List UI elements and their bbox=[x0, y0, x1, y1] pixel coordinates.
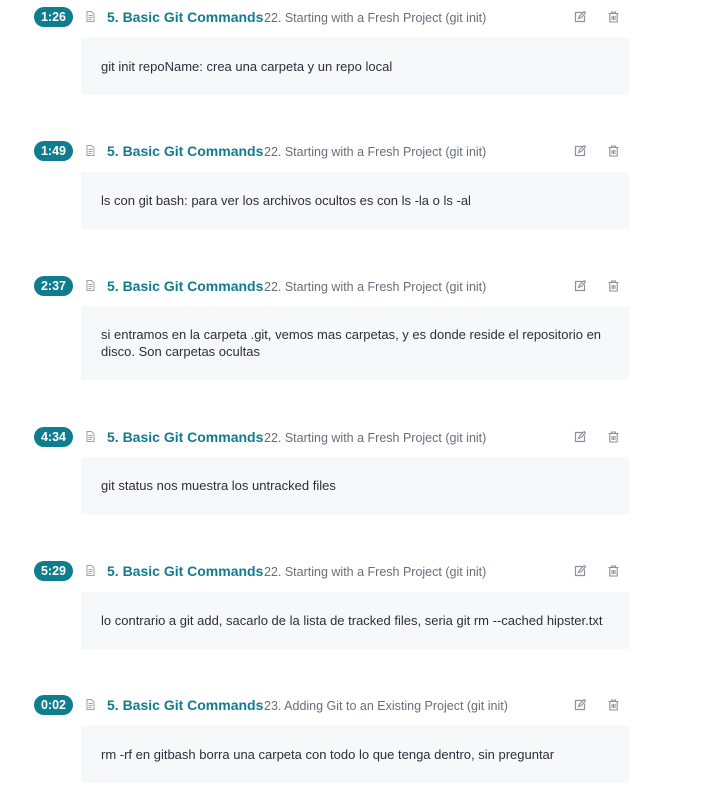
note-item: 0:02 5. Basic Git Commands 23. Adding Gi… bbox=[0, 695, 709, 783]
section-title-link[interactable]: 5. Basic Git Commands bbox=[107, 142, 263, 160]
timestamp-button[interactable]: 4:34 bbox=[34, 427, 73, 447]
lecture-title: 22. Starting with a Fresh Project (git i… bbox=[264, 145, 487, 159]
note-item: 1:49 5. Basic Git Commands 22. Starting … bbox=[0, 141, 709, 229]
document-icon bbox=[86, 565, 95, 576]
document-icon bbox=[86, 699, 95, 710]
note-text: ls con git bash: para ver los archivos o… bbox=[101, 193, 471, 208]
document-icon bbox=[86, 431, 95, 442]
lecture-title: 22. Starting with a Fresh Project (git i… bbox=[264, 280, 487, 294]
trash-icon[interactable] bbox=[608, 699, 619, 711]
lecture-title: 22. Starting with a Fresh Project (git i… bbox=[264, 11, 487, 25]
section-title-link[interactable]: 5. Basic Git Commands bbox=[107, 428, 263, 446]
lecture-title: 23. Adding Git to an Existing Project (g… bbox=[264, 699, 508, 713]
document-icon bbox=[86, 11, 95, 22]
trash-icon[interactable] bbox=[608, 280, 619, 292]
note-content: rm -rf en gitbash borra una carpeta con … bbox=[81, 726, 629, 783]
section-title-link[interactable]: 5. Basic Git Commands bbox=[107, 8, 263, 26]
trash-icon[interactable] bbox=[608, 145, 619, 157]
timestamp-button[interactable]: 2:37 bbox=[34, 276, 73, 296]
note-header: 1:26 5. Basic Git Commands 22. Starting … bbox=[0, 7, 709, 29]
trash-icon[interactable] bbox=[608, 431, 619, 443]
timestamp-button[interactable]: 0:02 bbox=[34, 695, 73, 715]
note-content: ls con git bash: para ver los archivos o… bbox=[81, 172, 629, 229]
trash-icon[interactable] bbox=[608, 11, 619, 23]
note-header: 4:34 5. Basic Git Commands 22. Starting … bbox=[0, 427, 709, 449]
lecture-title: 22. Starting with a Fresh Project (git i… bbox=[264, 565, 487, 579]
edit-icon[interactable] bbox=[574, 699, 586, 711]
trash-icon[interactable] bbox=[608, 565, 619, 577]
lecture-title: 22. Starting with a Fresh Project (git i… bbox=[264, 431, 487, 445]
section-title-link[interactable]: 5. Basic Git Commands bbox=[107, 277, 263, 295]
note-content: si entramos en la carpeta .git, vemos ma… bbox=[81, 306, 629, 380]
timestamp-button[interactable]: 1:49 bbox=[34, 141, 73, 161]
note-content: git status nos muestra los untracked fil… bbox=[81, 457, 629, 514]
document-icon bbox=[86, 280, 95, 291]
note-item: 2:37 5. Basic Git Commands 22. Starting … bbox=[0, 276, 709, 380]
edit-icon[interactable] bbox=[574, 145, 586, 157]
document-icon bbox=[86, 145, 95, 156]
timestamp-button[interactable]: 5:29 bbox=[34, 561, 73, 581]
note-content: git init repoName: crea una carpeta y un… bbox=[81, 38, 629, 95]
edit-icon[interactable] bbox=[574, 431, 586, 443]
note-text: lo contrario a git add, sacarlo de la li… bbox=[101, 613, 603, 628]
edit-icon[interactable] bbox=[574, 11, 586, 23]
edit-icon[interactable] bbox=[574, 565, 586, 577]
note-text: git init repoName: crea una carpeta y un… bbox=[101, 59, 393, 74]
note-header: 0:02 5. Basic Git Commands 23. Adding Gi… bbox=[0, 695, 709, 717]
note-header: 2:37 5. Basic Git Commands 22. Starting … bbox=[0, 276, 709, 298]
note-content: lo contrario a git add, sacarlo de la li… bbox=[81, 592, 629, 649]
section-title-link[interactable]: 5. Basic Git Commands bbox=[107, 562, 263, 580]
note-header: 1:49 5. Basic Git Commands 22. Starting … bbox=[0, 141, 709, 163]
note-text: si entramos en la carpeta .git, vemos ma… bbox=[101, 327, 602, 359]
edit-icon[interactable] bbox=[574, 280, 586, 292]
section-title-link[interactable]: 5. Basic Git Commands bbox=[107, 696, 263, 714]
note-header: 5:29 5. Basic Git Commands 22. Starting … bbox=[0, 561, 709, 583]
timestamp-button[interactable]: 1:26 bbox=[34, 7, 73, 27]
note-item: 4:34 5. Basic Git Commands 22. Starting … bbox=[0, 427, 709, 514]
note-item: 1:26 5. Basic Git Commands 22. Starting … bbox=[0, 7, 709, 95]
note-text: rm -rf en gitbash borra una carpeta con … bbox=[101, 747, 555, 762]
note-item: 5:29 5. Basic Git Commands 22. Starting … bbox=[0, 561, 709, 649]
note-text: git status nos muestra los untracked fil… bbox=[101, 478, 336, 493]
